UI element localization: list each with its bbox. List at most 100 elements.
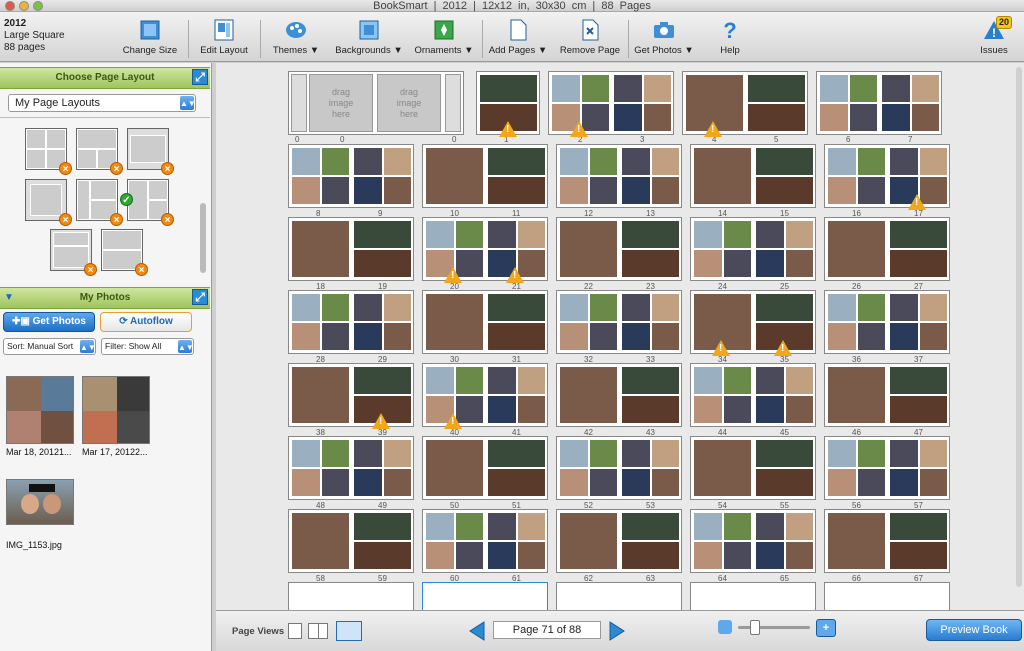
page-spread[interactable] [690, 144, 816, 208]
expand-layout-panel-button[interactable]: ⤢ [192, 69, 208, 85]
page-thumbnail[interactable] [487, 147, 546, 205]
page-spread[interactable] [556, 144, 682, 208]
page-thumbnail[interactable] [621, 439, 680, 497]
page-spread[interactable] [556, 217, 682, 281]
page-thumbnail[interactable] [693, 512, 752, 570]
page-spread[interactable] [422, 582, 548, 610]
page-thumbnail[interactable] [291, 147, 350, 205]
layout-option-5[interactable]: × [76, 179, 123, 226]
warning-icon[interactable]: ! [712, 340, 730, 356]
page-spread[interactable] [422, 144, 548, 208]
page-thumbnail[interactable] [755, 512, 814, 570]
page-thumbnail[interactable] [755, 147, 814, 205]
page-thumbnail[interactable] [755, 220, 814, 278]
grid-view-button[interactable] [336, 621, 362, 641]
page-spread[interactable] [288, 363, 414, 427]
page-grid-scrollbar[interactable] [1016, 67, 1022, 587]
page-thumbnail[interactable] [613, 74, 672, 132]
page-spread[interactable] [288, 509, 414, 573]
sort-select[interactable]: Sort: Manual Sort ▲▼ [3, 338, 96, 355]
photo-thumbnail[interactable] [6, 376, 74, 444]
page-thumbnail[interactable] [291, 512, 350, 570]
autoflow-button[interactable]: ⟳ Autoflow [100, 312, 192, 332]
page-thumbnail[interactable] [755, 439, 814, 497]
change-size-button[interactable]: Change Size [122, 16, 178, 60]
help-button[interactable]: ? Help [712, 16, 748, 60]
page-thumbnail[interactable] [291, 439, 350, 497]
page-spread[interactable] [288, 217, 414, 281]
page-thumbnail[interactable] [827, 366, 886, 424]
add-pages-button[interactable]: Add Pages ▼ [488, 16, 548, 60]
collapse-triangle-icon[interactable]: ▼ [4, 288, 14, 308]
page-spread[interactable] [556, 582, 682, 610]
issues-button[interactable]: ! Issues 20 [974, 16, 1014, 60]
photo-thumbnail[interactable] [82, 376, 150, 444]
drag-image-placeholder[interactable]: drag image here [377, 74, 441, 132]
page-thumbnail[interactable] [353, 147, 412, 205]
page-spread[interactable] [824, 144, 950, 208]
layout-option-7[interactable]: × [50, 229, 97, 276]
warning-icon[interactable]: ! [372, 413, 390, 429]
page-thumbnail[interactable] [559, 366, 618, 424]
page-thumbnail[interactable] [827, 512, 886, 570]
page-spread[interactable] [816, 71, 942, 135]
page-thumbnail[interactable] [559, 293, 618, 351]
page-thumbnail[interactable] [487, 512, 546, 570]
page-thumbnail[interactable] [819, 74, 878, 132]
page-thumbnail[interactable] [621, 366, 680, 424]
single-page-view-button[interactable] [288, 623, 302, 639]
layout-option-6[interactable]: × [127, 179, 174, 226]
layout-option-2[interactable]: × [76, 128, 123, 175]
page-thumbnail[interactable] [755, 366, 814, 424]
layout-scrollbar[interactable] [200, 203, 206, 273]
page-thumbnail[interactable] [889, 512, 948, 570]
page-thumbnail[interactable] [889, 439, 948, 497]
page-thumbnail[interactable] [425, 147, 484, 205]
page-spread[interactable] [690, 290, 816, 354]
page-thumbnail[interactable] [425, 439, 484, 497]
page-spread[interactable] [824, 217, 950, 281]
page-thumbnail[interactable] [353, 220, 412, 278]
page-spread[interactable] [682, 71, 808, 135]
page-spread[interactable] [690, 582, 816, 610]
page-thumbnail[interactable] [425, 512, 484, 570]
warning-icon[interactable]: ! [704, 121, 722, 137]
page-spread[interactable] [556, 290, 682, 354]
page-spread[interactable] [556, 509, 682, 573]
page-thumbnail[interactable] [693, 366, 752, 424]
photo-thumbnail[interactable] [6, 479, 74, 525]
page-thumbnail[interactable] [487, 293, 546, 351]
page-spread[interactable] [690, 217, 816, 281]
page-spread[interactable] [824, 582, 950, 610]
page-thumbnail[interactable] [291, 366, 350, 424]
page-spread[interactable] [556, 436, 682, 500]
page-thumbnail[interactable] [827, 147, 886, 205]
cover-spread[interactable]: drag image here drag image here [288, 71, 464, 135]
layout-option-8[interactable]: × [101, 229, 148, 276]
preview-book-button[interactable]: Preview Book [926, 619, 1022, 641]
page-thumbnail[interactable] [487, 366, 546, 424]
get-photos-button[interactable]: Get Photos ▼ [634, 16, 694, 60]
page-spread[interactable] [690, 436, 816, 500]
ornaments-button[interactable]: Ornaments ▼ [412, 16, 476, 60]
layout-option-1[interactable]: × [25, 128, 72, 175]
page-thumbnail[interactable] [487, 439, 546, 497]
page-thumbnail[interactable] [559, 147, 618, 205]
spread-view-button[interactable] [308, 623, 328, 639]
page-thumbnail[interactable] [621, 220, 680, 278]
remove-page-button[interactable]: Remove Page [558, 16, 622, 60]
page-spread[interactable] [288, 290, 414, 354]
page-thumbnail[interactable] [559, 512, 618, 570]
page-spread[interactable] [548, 71, 674, 135]
zoom-in-icon[interactable]: + [816, 619, 836, 637]
edit-layout-button[interactable]: Edit Layout [198, 16, 250, 60]
warning-icon[interactable]: ! [444, 267, 462, 283]
page-indicator-field[interactable]: Page 71 of 88 [493, 621, 601, 639]
get-photos-panel-button[interactable]: ✚▣ Get Photos [3, 312, 95, 332]
themes-button[interactable]: Themes ▼ [270, 16, 322, 60]
page-thumbnail[interactable] [559, 220, 618, 278]
page-thumbnail[interactable] [353, 439, 412, 497]
page-thumbnail[interactable] [827, 439, 886, 497]
page-thumbnail[interactable] [881, 74, 940, 132]
page-thumbnail[interactable] [827, 220, 886, 278]
